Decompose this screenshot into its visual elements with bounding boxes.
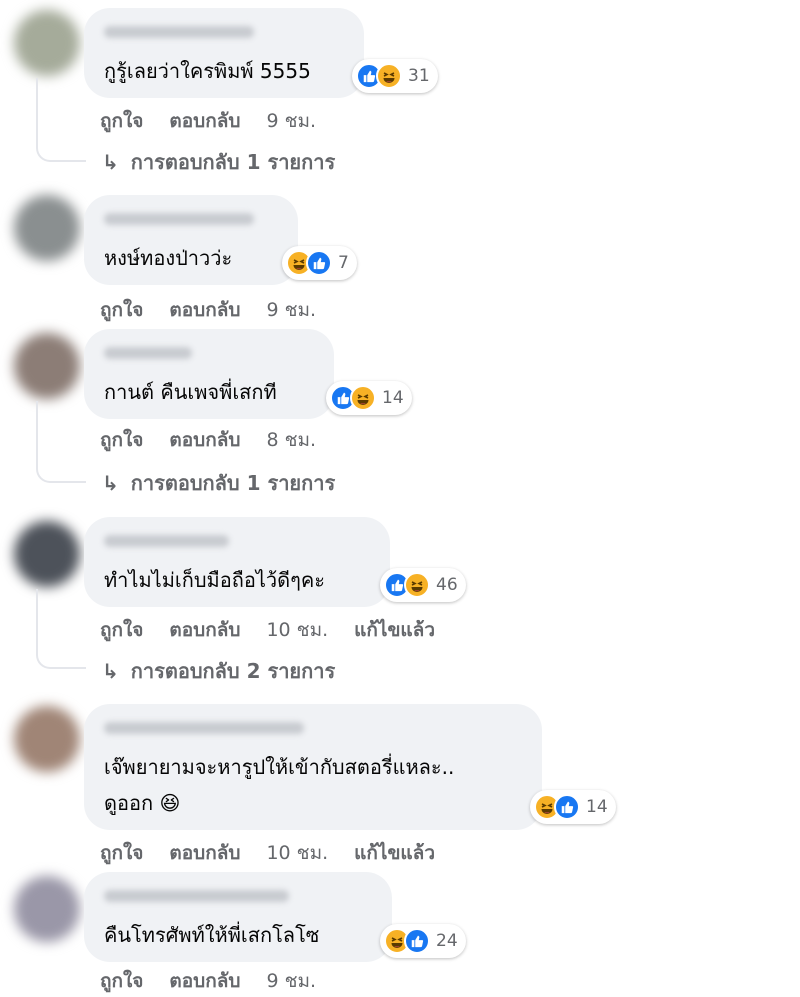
- reaction-summary[interactable]: 7: [282, 246, 357, 280]
- comment-bubble: ทำไมไม่เก็บมือถือไว้ดีๆคะ: [84, 517, 390, 607]
- reaction-summary[interactable]: 31: [352, 59, 438, 93]
- comment-actions: ถูกใจ ตอบกลับ 8 ชม.: [100, 425, 342, 455]
- timestamp[interactable]: 9 ชม.: [266, 295, 316, 325]
- comment-item: หงษ์ทองป่าวว่ะ 7 ถูกใจ ตอบกลับ 9 ชม.: [0, 185, 800, 325]
- like-link[interactable]: ถูกใจ: [100, 106, 143, 136]
- comment-bubble: กานต์ คืนเพจพี่เสกที: [84, 329, 334, 419]
- like-link[interactable]: ถูกใจ: [100, 615, 143, 645]
- haha-icon: [376, 63, 402, 89]
- commenter-name[interactable]: [104, 347, 192, 359]
- reaction-count: 46: [436, 575, 458, 595]
- reply-link[interactable]: ตอบกลับ: [169, 106, 240, 136]
- replies-label: การตอบกลับ 1 รายการ: [130, 471, 336, 495]
- commenter-name[interactable]: [104, 890, 289, 902]
- comment-bubble: คืนโทรศัพท์ให้พี่เสกโลโซ: [84, 872, 392, 962]
- replies-label: การตอบกลับ 2 รายการ: [130, 659, 336, 683]
- comment-item: คืนโทรศัพท์ให้พี่เสกโลโซ 24 ถูกใจ ตอบกลับ…: [0, 870, 800, 997]
- reaction-count: 7: [338, 253, 349, 273]
- avatar[interactable]: [14, 10, 80, 76]
- view-replies-link[interactable]: ↳ การตอบกลับ 1 รายการ: [102, 467, 335, 499]
- comment-actions: ถูกใจ ตอบกลับ 9 ชม.: [100, 106, 342, 136]
- avatar[interactable]: [14, 195, 80, 261]
- edited-label[interactable]: แก้ไขแล้ว: [354, 615, 435, 645]
- comment-item: กานต์ คืนเพจพี่เสกที 14 ถูกใจ ตอบกลับ 8 ชม…: [0, 325, 800, 505]
- timestamp[interactable]: 10 ชม.: [266, 838, 328, 868]
- avatar[interactable]: [14, 706, 80, 772]
- timestamp[interactable]: 9 ชม.: [266, 106, 316, 136]
- edited-label[interactable]: แก้ไขแล้ว: [354, 838, 435, 868]
- reply-link[interactable]: ตอบกลับ: [169, 966, 240, 996]
- reply-link[interactable]: ตอบกลับ: [169, 425, 240, 455]
- reply-link[interactable]: ตอบกลับ: [169, 838, 240, 868]
- comment-item: เจ๊พยายามจะหารูปให้เข้ากับสตอรี่แหละ.. ด…: [0, 700, 800, 870]
- comment-actions: ถูกใจ ตอบกลับ 10 ชม. แก้ไขแล้ว: [100, 615, 461, 645]
- comment-bubble: กูรู้เลยว่าใครพิมพ์ 5555: [84, 8, 364, 98]
- reply-arrow-icon: ↳: [102, 471, 119, 495]
- comment-actions: ถูกใจ ตอบกลับ 9 ชม.: [100, 966, 342, 996]
- comment-bubble: เจ๊พยายามจะหารูปให้เข้ากับสตอรี่แหละ.. ด…: [84, 704, 542, 830]
- reaction-summary[interactable]: 14: [326, 381, 412, 415]
- comment-actions: ถูกใจ ตอบกลับ 9 ชม.: [100, 295, 342, 325]
- like-link[interactable]: ถูกใจ: [100, 425, 143, 455]
- comment-text: กานต์ คืนเพจพี่เสกที: [104, 380, 277, 404]
- reply-thread-line: [36, 401, 86, 483]
- reply-thread-line: [36, 78, 86, 162]
- commenter-name[interactable]: [104, 535, 229, 547]
- avatar[interactable]: [14, 333, 80, 399]
- haha-icon: [404, 572, 430, 598]
- comment-bubble: หงษ์ทองป่าวว่ะ: [84, 195, 298, 285]
- reaction-count: 14: [586, 797, 608, 817]
- view-replies-link[interactable]: ↳ การตอบกลับ 1 รายการ: [102, 146, 335, 178]
- comment-item: กูรู้เลยว่าใครพิมพ์ 5555 31 ถูกใจ ตอบกลับ…: [0, 0, 800, 180]
- like-icon: [306, 250, 332, 276]
- reaction-count: 14: [382, 388, 404, 408]
- comment-text: เจ๊พยายามจะหารูปให้เข้ากับสตอรี่แหละ..: [104, 755, 455, 779]
- reply-arrow-icon: ↳: [102, 150, 119, 174]
- timestamp[interactable]: 10 ชม.: [266, 615, 328, 645]
- reaction-summary[interactable]: 14: [530, 790, 616, 824]
- comment-text-line2: ดูออก 😆: [104, 791, 181, 815]
- reply-arrow-icon: ↳: [102, 659, 119, 683]
- comment-text: หงษ์ทองป่าวว่ะ: [104, 246, 233, 270]
- like-link[interactable]: ถูกใจ: [100, 838, 143, 868]
- reaction-count: 31: [408, 66, 430, 86]
- comment-text: ทำไมไม่เก็บมือถือไว้ดีๆคะ: [104, 568, 325, 592]
- like-icon: [404, 928, 430, 954]
- replies-label: การตอบกลับ 1 รายการ: [130, 150, 336, 174]
- reaction-summary[interactable]: 46: [380, 568, 466, 602]
- commenter-name[interactable]: [104, 722, 304, 734]
- haha-icon: [350, 385, 376, 411]
- reaction-count: 24: [436, 931, 458, 951]
- like-link[interactable]: ถูกใจ: [100, 966, 143, 996]
- avatar[interactable]: [14, 521, 80, 587]
- reply-thread-line: [36, 589, 86, 669]
- comment-text: คืนโทรศัพท์ให้พี่เสกโลโซ: [104, 923, 320, 947]
- avatar[interactable]: [14, 876, 80, 942]
- commenter-name[interactable]: [104, 213, 254, 225]
- comment-actions: ถูกใจ ตอบกลับ 10 ชม. แก้ไขแล้ว: [100, 838, 461, 868]
- like-icon: [554, 794, 580, 820]
- reaction-summary[interactable]: 24: [380, 924, 466, 958]
- commenter-name[interactable]: [104, 26, 254, 38]
- comment-text: กูรู้เลยว่าใครพิมพ์ 5555: [104, 59, 311, 83]
- comment-item: ทำไมไม่เก็บมือถือไว้ดีๆคะ 46 ถูกใจ ตอบกลั…: [0, 515, 800, 695]
- view-replies-link[interactable]: ↳ การตอบกลับ 2 รายการ: [102, 655, 335, 687]
- timestamp[interactable]: 9 ชม.: [266, 966, 316, 996]
- reply-link[interactable]: ตอบกลับ: [169, 615, 240, 645]
- reply-link[interactable]: ตอบกลับ: [169, 295, 240, 325]
- timestamp[interactable]: 8 ชม.: [266, 425, 316, 455]
- like-link[interactable]: ถูกใจ: [100, 295, 143, 325]
